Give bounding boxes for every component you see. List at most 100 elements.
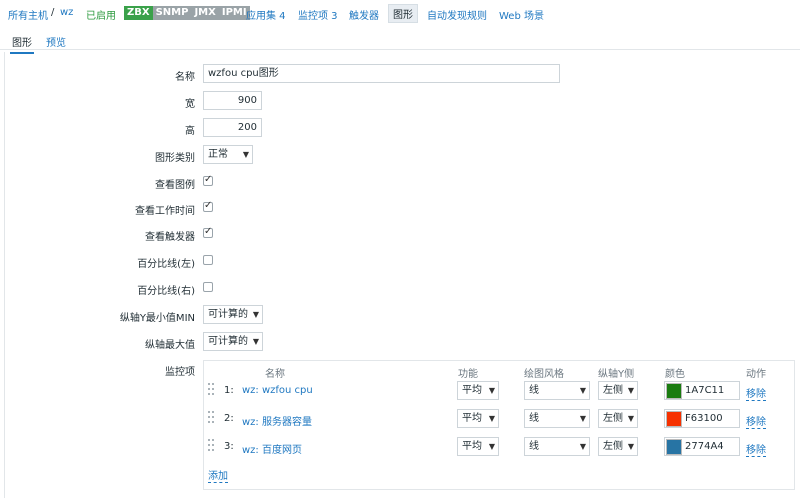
row-number: 1: — [224, 385, 234, 396]
remove-link[interactable]: 移除 — [746, 441, 766, 457]
jmx-badge: JMX — [191, 6, 219, 20]
color-value: F63100 — [685, 413, 723, 424]
percentile-right-label: 百分比线(右) — [137, 286, 195, 297]
items-label: 监控项 — [165, 367, 195, 378]
chevron-down-icon: ▼ — [627, 386, 634, 395]
chevron-down-icon: ▼ — [579, 442, 586, 451]
breadcrumb-separator: / — [51, 7, 55, 18]
show-legend-checkbox[interactable] — [203, 174, 213, 186]
chevron-down-icon: ▼ — [627, 442, 634, 451]
y-max-label: 纵轴最大值 — [145, 340, 195, 351]
y-axis-side-select[interactable]: 左侧 ▼ — [598, 409, 638, 428]
item-name-link[interactable]: wz: 百度网页 — [242, 441, 302, 456]
color-value: 1A7C11 — [685, 385, 725, 396]
draw-style-value: 线 — [529, 413, 539, 424]
y-max-select[interactable]: 可计算的 ▼ — [203, 332, 263, 351]
drag-handle-icon[interactable] — [208, 383, 214, 399]
color-value: 2774A4 — [685, 441, 724, 452]
y-min-select[interactable]: 可计算的 ▼ — [203, 305, 263, 324]
y-axis-side-value: 左侧 — [603, 413, 623, 424]
row-number: 3: — [224, 441, 234, 452]
col-header-yaxis: 纵轴Y侧 — [598, 369, 635, 380]
item-name-link[interactable]: wz: wzfou cpu — [242, 385, 313, 396]
function-select[interactable]: 平均 ▼ — [457, 409, 499, 428]
show-triggers-checkbox[interactable] — [203, 226, 213, 238]
host-navigation: 所有主机 / wz 已启用 ZBX SNMP JMX IPMI 应用集 4 监控… — [0, 0, 800, 26]
color-swatch[interactable] — [666, 411, 682, 427]
y-min-label: 纵轴Y最小值MIN — [119, 313, 195, 324]
function-value: 平均 — [462, 413, 482, 424]
name-input[interactable]: wzfou cpu图形 — [203, 64, 560, 83]
function-select[interactable]: 平均 ▼ — [457, 381, 499, 400]
table-row: 2: wz: 服务器容量 平均 ▼ 线 ▼ 左侧 ▼ F63100 移除 — [204, 409, 794, 429]
show-triggers-label: 查看触发器 — [145, 232, 195, 243]
chevron-down-icon: ▼ — [488, 442, 495, 451]
host-status-enabled[interactable]: 已启用 — [86, 7, 116, 22]
graph-type-value: 正常 — [208, 149, 228, 160]
discovery-rules-link[interactable]: 自动发现规则 — [427, 7, 487, 22]
function-value: 平均 — [462, 385, 482, 396]
height-input[interactable]: 200 — [203, 118, 262, 137]
y-min-value: 可计算的 — [208, 309, 248, 320]
chevron-down-icon: ▼ — [252, 337, 259, 346]
y-axis-side-value: 左侧 — [603, 441, 623, 452]
percentile-left-label: 百分比线(左) — [137, 259, 195, 270]
draw-style-select[interactable]: 线 ▼ — [524, 437, 590, 456]
applications-link[interactable]: 应用集 4 — [246, 7, 286, 22]
drag-handle-icon[interactable] — [208, 439, 214, 455]
width-input[interactable]: 900 — [203, 91, 262, 110]
draw-style-value: 线 — [529, 441, 539, 452]
color-swatch[interactable] — [666, 439, 682, 455]
table-row: 3: wz: 百度网页 平均 ▼ 线 ▼ 左侧 ▼ 2774A4 移除 — [204, 437, 794, 457]
chevron-down-icon: ▼ — [627, 414, 634, 423]
chevron-down-icon: ▼ — [242, 150, 249, 159]
col-header-style: 绘图风格 — [524, 369, 564, 380]
graphs-tab-active[interactable]: 图形 — [388, 4, 418, 23]
color-swatch[interactable] — [666, 383, 682, 399]
col-header-name: 名称 — [265, 369, 285, 380]
function-select[interactable]: 平均 ▼ — [457, 437, 499, 456]
web-scenarios-link[interactable]: Web 场景 — [499, 7, 544, 22]
item-name-link[interactable]: wz: 服务器容量 — [242, 413, 312, 428]
snmp-badge: SNMP — [152, 6, 192, 20]
remove-link[interactable]: 移除 — [746, 413, 766, 429]
y-max-value: 可计算的 — [208, 336, 248, 347]
height-label: 高 — [185, 126, 195, 137]
form-tabs: 图形 预览 — [0, 28, 800, 54]
draw-style-value: 线 — [529, 385, 539, 396]
items-link[interactable]: 监控项 3 — [298, 7, 338, 22]
ipmi-badge: IPMI — [218, 6, 250, 20]
col-header-color: 颜色 — [665, 369, 685, 380]
graph-type-label: 图形类别 — [155, 153, 195, 164]
row-number: 2: — [224, 413, 234, 424]
all-hosts-link[interactable]: 所有主机 — [8, 7, 48, 22]
zbx-badge: ZBX — [124, 6, 153, 20]
chevron-down-icon: ▼ — [488, 386, 495, 395]
table-row: 1: wz: wzfou cpu 平均 ▼ 线 ▼ 左侧 ▼ 1A7C11 移除 — [204, 381, 794, 401]
y-axis-side-value: 左侧 — [603, 385, 623, 396]
remove-link[interactable]: 移除 — [746, 385, 766, 401]
percentile-right-checkbox[interactable] — [203, 282, 213, 292]
name-label: 名称 — [175, 72, 195, 83]
show-worktime-label: 查看工作时间 — [135, 206, 195, 217]
width-label: 宽 — [185, 99, 195, 110]
function-value: 平均 — [462, 441, 482, 452]
y-axis-side-select[interactable]: 左侧 ▼ — [598, 437, 638, 456]
y-axis-side-select[interactable]: 左侧 ▼ — [598, 381, 638, 400]
percentile-left-checkbox[interactable] — [203, 255, 213, 265]
drag-handle-icon[interactable] — [208, 411, 214, 427]
tab-graph[interactable]: 图形 — [10, 34, 34, 54]
draw-style-select[interactable]: 线 ▼ — [524, 381, 590, 400]
host-link[interactable]: wz — [60, 7, 73, 18]
chevron-down-icon: ▼ — [252, 310, 259, 319]
draw-style-select[interactable]: 线 ▼ — [524, 409, 590, 428]
tab-preview[interactable]: 预览 — [46, 34, 66, 49]
graph-form: 名称 wzfou cpu图形 宽 900 高 200 图形类别 正常 ▼ 查看图例… — [4, 52, 800, 498]
show-worktime-checkbox[interactable] — [203, 200, 213, 212]
availability-badges: ZBX SNMP JMX IPMI — [124, 6, 250, 20]
graph-items-table: 名称 功能 绘图风格 纵轴Y侧 颜色 动作 1: wz: wzfou cpu 平… — [203, 360, 795, 490]
add-item-link[interactable]: 添加 — [208, 467, 228, 483]
triggers-link[interactable]: 触发器 — [349, 7, 379, 22]
graph-type-select[interactable]: 正常 ▼ — [203, 145, 253, 164]
chevron-down-icon: ▼ — [579, 414, 586, 423]
